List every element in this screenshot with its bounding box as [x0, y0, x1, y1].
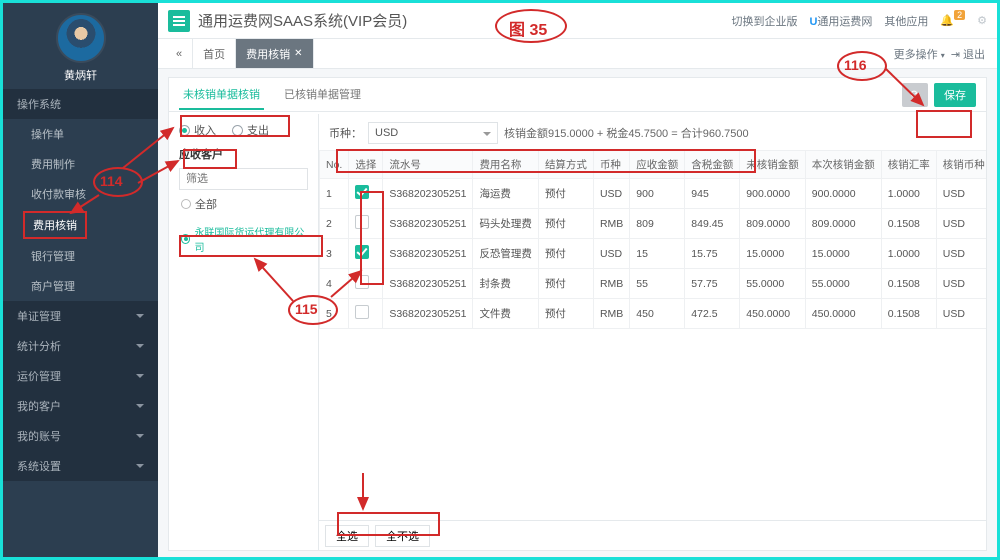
notification-icon[interactable]: 🔔2 [940, 14, 965, 27]
tab-collapse[interactable]: « [166, 39, 193, 68]
radio-income[interactable]: 收入 [179, 122, 216, 138]
tab-writeoff[interactable]: 费用核销 ✕ [236, 39, 313, 68]
customer-filter-input[interactable] [179, 168, 308, 190]
currency-label: 币种： [329, 125, 362, 141]
content-panel: 未核销单据核销 已核销单据管理 ⟳ 保存 收入 支出 [168, 77, 987, 551]
table-row[interactable]: 1S368202305251海运费预付USD900945900.0000900.… [320, 179, 987, 209]
sidebar: 黄炳轩 操作系统 操作单 费用制作 收付款审核 费用核销 银行管理 商户管理 单… [3, 3, 158, 557]
col-header: 选择 [349, 151, 383, 179]
settings-icon[interactable]: ⚙ [977, 14, 987, 27]
save-button[interactable]: 保存 [934, 83, 976, 107]
table-panel: 币种： USD 核销金额915.0000 + 税金45.7500 = 合计960… [319, 114, 986, 550]
currency-select[interactable]: USD [368, 122, 498, 144]
menu-section-docs[interactable]: 单证管理 [3, 301, 158, 331]
select-none-button[interactable]: 全不选 [375, 525, 430, 547]
menu-item-workorder[interactable]: 操作单 [3, 119, 158, 149]
menu-section-settings[interactable]: 系统设置 [3, 451, 158, 481]
more-ops[interactable]: 更多操作 ▾ [894, 46, 945, 62]
tab-home[interactable]: 首页 [193, 39, 236, 68]
chevron-down-icon [136, 434, 144, 438]
customer-title: 应收客户 [179, 146, 308, 162]
avatar-block: 黄炳轩 [3, 3, 158, 89]
radio-expense[interactable]: 支出 [232, 122, 269, 138]
table-row[interactable]: 2S368202305251码头处理费预付RMB809849.45809.000… [320, 209, 987, 239]
chevron-down-icon [136, 464, 144, 468]
menu-item-feemake[interactable]: 费用制作 [3, 149, 158, 179]
menu-section-account[interactable]: 我的账号 [3, 421, 158, 451]
username: 黄炳轩 [3, 67, 158, 83]
col-header: 币种 [593, 151, 629, 179]
subtab-unverified[interactable]: 未核销单据核销 [179, 80, 264, 110]
col-header: 含税金额 [685, 151, 740, 179]
link-enterprise[interactable]: 切换到企业版 [731, 13, 797, 29]
radio-icon [232, 125, 243, 136]
close-icon[interactable]: ✕ [294, 48, 302, 59]
menu-section-freight[interactable]: 运价管理 [3, 361, 158, 391]
chevron-down-icon [136, 314, 144, 318]
radio-icon [179, 125, 190, 136]
refresh-button[interactable]: ⟳ [902, 83, 928, 107]
table-row[interactable]: 4S368202305251封条费预付RMB5557.7555.000055.0… [320, 269, 987, 299]
menu-toggle-button[interactable] [168, 10, 190, 32]
subtab-verified[interactable]: 已核销单据管理 [280, 80, 365, 110]
table-row[interactable]: 3S368202305251反恐管理费预付USD1515.7515.000015… [320, 239, 987, 269]
fee-table: No.选择流水号费用名称结算方式币种应收金额含税金额未核销金额本次核销金额核销汇… [319, 150, 986, 329]
main: 通用运费网SAAS系统(VIP会员) 切换到企业版 U通用运费网 其他应用 🔔2… [158, 3, 997, 557]
topbar: 通用运费网SAAS系统(VIP会员) 切换到企业版 U通用运费网 其他应用 🔔2… [158, 3, 997, 39]
menu-item-merchant[interactable]: 商户管理 [3, 271, 158, 301]
table-row[interactable]: 5S368202305251文件费预付RMB450472.5450.000045… [320, 299, 987, 329]
col-header: 结算方式 [538, 151, 593, 179]
chevron-down-icon [136, 374, 144, 378]
summary-text: 核销金额915.0000 + 税金45.7500 = 合计960.7500 [504, 125, 749, 141]
col-header: 未核销金额 [740, 151, 806, 179]
tabs-row: « 首页 费用核销 ✕ 更多操作 ▾ ⇥ 退出 [158, 39, 997, 69]
row-checkbox[interactable] [355, 275, 369, 289]
menu-section-stats[interactable]: 统计分析 [3, 331, 158, 361]
row-checkbox[interactable] [355, 185, 369, 199]
row-checkbox[interactable] [355, 215, 369, 229]
link-brand[interactable]: U通用运费网 [809, 13, 872, 29]
link-other-apps[interactable]: 其他应用 [884, 13, 928, 29]
page-title: 通用运费网SAAS系统(VIP会员) [198, 10, 407, 31]
col-header: 费用名称 [473, 151, 539, 179]
col-header: 核销币种 [936, 151, 986, 179]
menu-item-writeoff[interactable]: 费用核销 [23, 211, 87, 239]
avatar[interactable] [56, 13, 106, 63]
menu-section-label: 操作系统 [17, 96, 61, 112]
row-checkbox[interactable] [355, 305, 369, 319]
col-header: 流水号 [383, 151, 473, 179]
menu-section-customers[interactable]: 我的客户 [3, 391, 158, 421]
col-header: No. [320, 151, 349, 179]
row-checkbox[interactable] [355, 245, 369, 259]
col-header: 应收金额 [630, 151, 685, 179]
menu-section-operations[interactable]: 操作系统 [3, 89, 158, 119]
table-scroll[interactable]: No.选择流水号费用名称结算方式币种应收金额含税金额未核销金额本次核销金额核销汇… [319, 150, 986, 518]
chevron-down-icon [136, 344, 144, 348]
col-header: 核销汇率 [881, 151, 936, 179]
customer-all[interactable]: 全部 [179, 190, 308, 218]
select-all-button[interactable]: 全选 [325, 525, 369, 547]
col-header: 本次核销金额 [805, 151, 881, 179]
exit-button[interactable]: ⇥ 退出 [951, 46, 985, 62]
customer-panel: 收入 支出 应收客户 全部 永联国际货运代理有限公司 [169, 114, 319, 550]
menu-item-bank[interactable]: 银行管理 [3, 241, 158, 271]
chevron-down-icon [136, 404, 144, 408]
menu-item-payreview[interactable]: 收付款审核 [3, 179, 158, 209]
customer-selected[interactable]: 永联国际货运代理有限公司 [179, 218, 308, 260]
